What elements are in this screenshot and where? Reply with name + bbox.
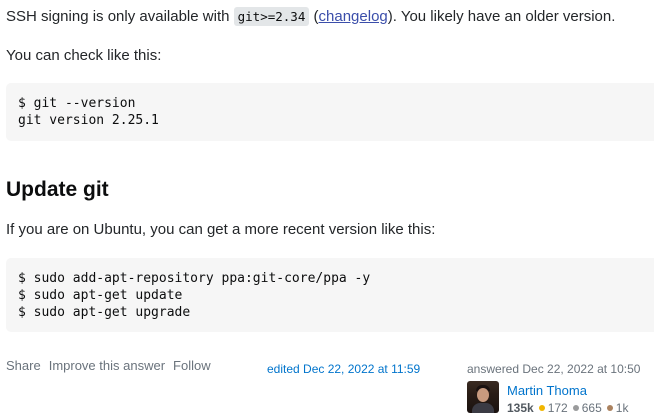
code-line: $ sudo apt-get update: [18, 288, 183, 303]
section-heading: Update git: [6, 178, 109, 201]
avatar-face: [477, 388, 489, 402]
improve-answer-link[interactable]: Improve this answer: [49, 358, 165, 373]
gold-badge: 172: [538, 401, 568, 415]
user-reputation: 135k 172 665 1k: [507, 401, 628, 415]
gold-badge-icon: [538, 405, 545, 411]
paragraph-ubuntu: If you are on Ubuntu, you can get a more…: [6, 221, 436, 238]
paragraph-text: SSH signing is only available with: [6, 8, 234, 25]
changelog-link[interactable]: changelog: [319, 8, 388, 25]
silver-badge-count: 665: [581, 401, 602, 415]
answered-timestamp: answered Dec 22, 2022 at 10:50: [467, 362, 641, 376]
paragraph-ssh-signing: SSH signing is only available with git>=…: [6, 7, 615, 26]
inline-code-git-version: git>=2.34: [233, 7, 310, 26]
share-link[interactable]: Share: [6, 358, 41, 373]
code-line: $ sudo add-apt-repository ppa:git-core/p…: [18, 271, 371, 286]
paragraph-check: You can check like this:: [6, 47, 162, 64]
avatar[interactable]: [467, 381, 499, 413]
code-line: $ sudo apt-get upgrade: [18, 305, 191, 320]
paragraph-text: (: [309, 8, 319, 25]
gold-badge-count: 172: [547, 401, 568, 415]
follow-link[interactable]: Follow: [173, 358, 211, 373]
silver-badge: 665: [572, 401, 602, 415]
code-line: $ git --version: [18, 96, 136, 111]
bronze-badge: 1k: [606, 401, 629, 415]
edited-timestamp-link[interactable]: edited Dec 22, 2022 at 11:59: [267, 362, 420, 376]
code-block-git-version: $ git --version git version 2.25.1: [6, 83, 654, 141]
paragraph-text: ). You likely have an older version.: [387, 8, 616, 25]
bronze-badge-count: 1k: [615, 401, 629, 415]
silver-badge-icon: [572, 405, 579, 411]
bronze-badge-icon: [606, 405, 613, 411]
code-block-update-git: $ sudo add-apt-repository ppa:git-core/p…: [6, 258, 654, 332]
avatar-shirt: [472, 403, 494, 413]
code-line: git version 2.25.1: [18, 113, 159, 128]
reputation-score: 135k: [507, 401, 534, 415]
post-menu: Share Improve this answer Follow: [6, 358, 211, 373]
user-name-link[interactable]: Martin Thoma: [507, 383, 587, 398]
